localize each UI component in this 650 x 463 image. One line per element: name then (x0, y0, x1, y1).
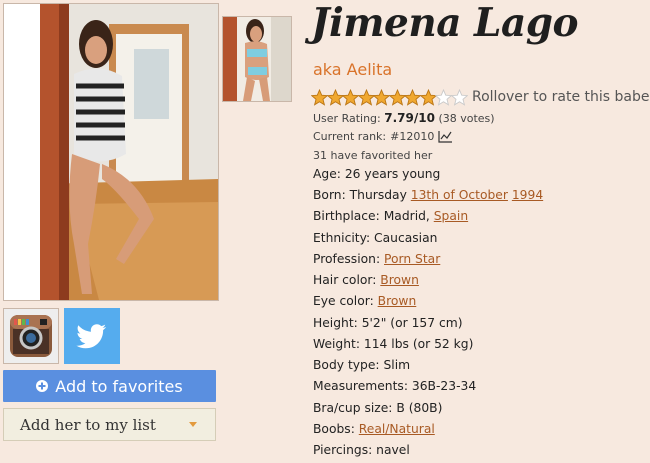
hair-color-link[interactable]: Brown (380, 273, 419, 287)
born-day: Thursday (349, 188, 407, 202)
weight-value: 114 lbs (or 52 kg) (363, 337, 474, 351)
model-photo-image (4, 4, 218, 300)
current-rank: Current rank: #12010 (313, 130, 453, 143)
boobs-label: Boobs: (313, 422, 355, 436)
birthplace-label: Birthplace: (313, 209, 380, 223)
rating-row: Rollover to rate this babe (311, 86, 649, 108)
star-empty-icon[interactable] (435, 88, 452, 106)
info-birthplace: Birthplace: Madrid, Spain (313, 209, 468, 223)
ethnicity-label: Ethnicity: (313, 231, 371, 245)
info-piercings: Piercings: navel (313, 443, 410, 457)
twitter-button[interactable] (64, 308, 120, 364)
born-date-link[interactable]: 13th of October (411, 188, 508, 202)
info-hair-color: Hair color: Brown (313, 273, 419, 287)
born-year-link[interactable]: 1994 (512, 188, 543, 202)
hair-color-label: Hair color: (313, 273, 377, 287)
age-value: 26 years young (344, 167, 441, 181)
eye-color-link[interactable]: Brown (378, 294, 417, 308)
weight-label: Weight: (313, 337, 360, 351)
current-rank-label: Current rank: (313, 130, 387, 143)
info-bra-size: Bra/cup size: B (80B) (313, 401, 442, 415)
measurements-value: 36B-23-34 (411, 379, 477, 393)
profile-name: Jimena Lago (311, 0, 579, 46)
info-ethnicity: Ethnicity: Caucasian (313, 231, 437, 245)
bra-size-value: B (80B) (396, 401, 443, 415)
star-filled-icon[interactable] (357, 88, 375, 106)
info-born: Born: Thursday 13th of October 1994 (313, 188, 543, 202)
current-rank-value: #12010 (390, 130, 435, 143)
caret-down-icon (189, 422, 197, 427)
instagram-icon (10, 315, 52, 357)
favorited-count: 31 have favorited her (313, 149, 433, 162)
plus-circle-icon (36, 380, 49, 392)
boobs-link[interactable]: Real/Natural (359, 422, 435, 436)
born-label: Born: (313, 188, 346, 202)
height-label: Height: (313, 316, 358, 330)
star-filled-icon[interactable] (311, 88, 328, 106)
twitter-icon (76, 324, 107, 349)
add-to-favorites-label: Add to favorites (55, 376, 183, 396)
star-filled-icon[interactable] (419, 88, 437, 106)
star-filled-icon[interactable] (404, 88, 421, 106)
user-rating-value: 7.79/10 (384, 111, 435, 125)
rating-stars[interactable] (311, 88, 468, 106)
thumbnail-photo[interactable] (222, 16, 292, 102)
ethnicity-value: Caucasian (374, 231, 438, 245)
birthplace-country-link[interactable]: Spain (434, 209, 468, 223)
age-label: Age: (313, 167, 341, 181)
rate-hint: Rollover to rate this babe (472, 89, 650, 105)
main-photo[interactable] (3, 3, 219, 301)
star-filled-icon[interactable] (326, 88, 344, 106)
bra-size-label: Bra/cup size: (313, 401, 393, 415)
star-empty-icon[interactable] (450, 88, 468, 106)
info-weight: Weight: 114 lbs (or 52 kg) (313, 337, 473, 351)
add-to-list-label: Add her to my list (20, 415, 156, 434)
measurements-label: Measurements: (313, 379, 408, 393)
add-to-list-dropdown[interactable]: Add her to my list (3, 408, 216, 441)
info-body-type: Body type: Slim (313, 358, 410, 372)
eye-color-label: Eye color: (313, 294, 374, 308)
profession-label: Profession: (313, 252, 381, 266)
piercings-value: navel (376, 443, 410, 457)
info-measurements: Measurements: 36B-23-34 (313, 379, 476, 393)
profile-alias: aka Aelita (313, 60, 393, 79)
star-filled-icon[interactable] (342, 88, 359, 106)
model-thumbnail-image (223, 17, 291, 101)
add-to-favorites-button[interactable]: Add to favorites (3, 370, 216, 402)
info-boobs: Boobs: Real/Natural (313, 422, 435, 436)
profession-link[interactable]: Porn Star (384, 252, 440, 266)
info-age: Age: 26 years young (313, 167, 440, 181)
instagram-button[interactable] (3, 308, 59, 364)
birthplace-city: Madrid, (383, 209, 430, 223)
chart-icon[interactable] (438, 130, 453, 143)
user-rating-label: User Rating: (313, 112, 381, 125)
piercings-label: Piercings: (313, 443, 373, 457)
info-height: Height: 5'2" (or 157 cm) (313, 316, 463, 330)
star-filled-icon[interactable] (388, 88, 406, 106)
star-filled-icon[interactable] (373, 88, 390, 106)
user-rating-votes: (38 votes) (438, 112, 495, 125)
info-eye-color: Eye color: Brown (313, 294, 416, 308)
height-value: 5'2" (or 157 cm) (361, 316, 463, 330)
info-profession: Profession: Porn Star (313, 252, 440, 266)
body-type-label: Body type: (313, 358, 380, 372)
body-type-value: Slim (383, 358, 411, 372)
user-rating: User Rating: 7.79/10 (38 votes) (313, 111, 495, 125)
